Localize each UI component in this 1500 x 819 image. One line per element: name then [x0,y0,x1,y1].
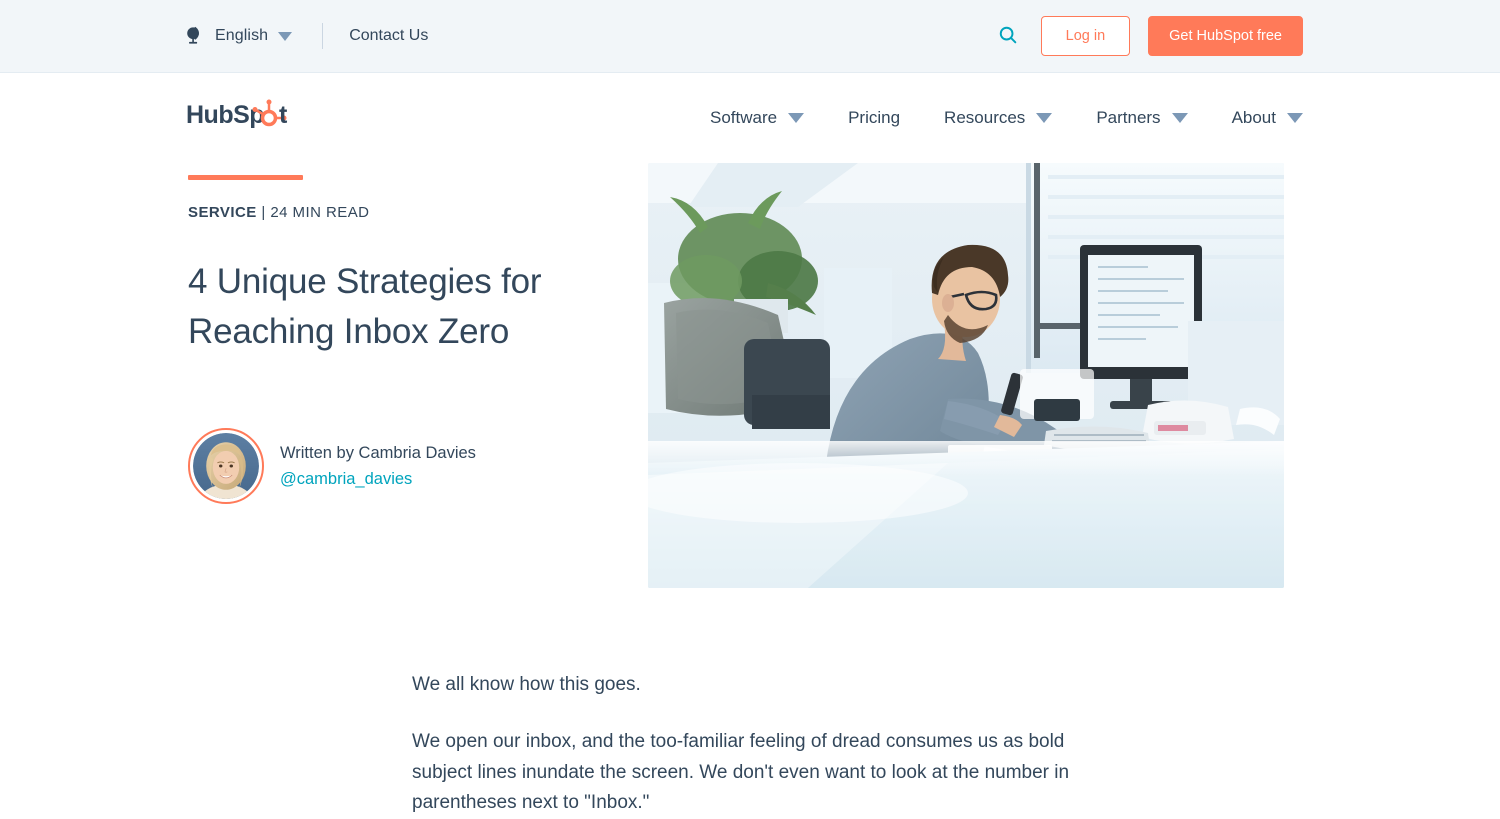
utility-divider [322,23,324,49]
svg-text:HubSp: HubSp [186,101,264,129]
language-label: English [215,27,269,44]
utility-bar-left: English Contact Us [183,23,428,49]
chevron-down-icon [788,113,805,123]
search-button[interactable] [993,20,1023,53]
nav-item-label: Resources [944,108,1026,127]
author-handle-link[interactable]: @cambria_davies [280,470,476,489]
globe-icon [183,25,205,47]
article-hero-text: SERVICE | 24 MIN READ 4 Unique Strategie… [188,163,608,588]
svg-text:t: t [279,101,288,129]
chevron-down-icon [1287,113,1303,123]
nav-items: Software Pricing Resources Partners Abou… [688,108,1303,128]
login-button[interactable]: Log in [1040,15,1131,57]
nav-item-resources[interactable]: Resources [922,108,1074,128]
nav-item-partners[interactable]: Partners [1074,108,1209,128]
chevron-down-icon [1036,113,1053,123]
article-paragraph: We all know how this goes. [412,674,641,695]
language-selector[interactable]: English [183,25,293,47]
nav-item-software[interactable]: Software [688,108,826,128]
article-hero-image-wrap [608,163,1290,588]
article-meta: SERVICE | 24 MIN READ [188,204,608,221]
author-block: Written by Cambria Davies @cambria_davie… [188,428,608,505]
article-paragraph: We open our inbox, and the too-familiar … [412,730,1070,814]
search-icon [997,24,1019,49]
nav-item-pricing[interactable]: Pricing [826,108,922,128]
author-byline: Written by Cambria Davies [280,443,476,462]
nav-item-label: Pricing [848,108,901,127]
chevron-down-icon [278,31,293,41]
article-category: SERVICE [188,204,257,221]
nav-item-label: Software [709,108,778,127]
article-read-time: 24 MIN READ [270,204,370,221]
nav-item-about[interactable]: About [1210,108,1303,128]
avatar [188,428,264,505]
article-hero: SERVICE | 24 MIN READ 4 Unique Strategie… [0,163,1500,588]
article-meta-separator: | [256,204,271,221]
accent-bar [188,175,303,180]
main-navigation: HubSp t Software Pricing Resources Partn… [0,73,1500,163]
utility-bar: English Contact Us Log in Get HubSpot fr… [0,0,1500,73]
nav-item-label: Partners [1096,108,1161,127]
author-meta: Written by Cambria Davies @cambria_davie… [280,444,476,489]
page-title: 4 Unique Strategies for Reaching Inbox Z… [188,262,542,351]
contact-us-link[interactable]: Contact Us [349,27,428,45]
utility-bar-right: Log in Get HubSpot free [993,15,1303,57]
hubspot-logo[interactable]: HubSp t [186,98,304,139]
hero-image [648,163,1284,588]
nav-item-label: About [1231,108,1276,127]
chevron-down-icon [1171,113,1188,123]
get-hubspot-free-button[interactable]: Get HubSpot free [1148,15,1303,57]
article-body: We all know how this goes. We open our i… [0,588,1102,819]
